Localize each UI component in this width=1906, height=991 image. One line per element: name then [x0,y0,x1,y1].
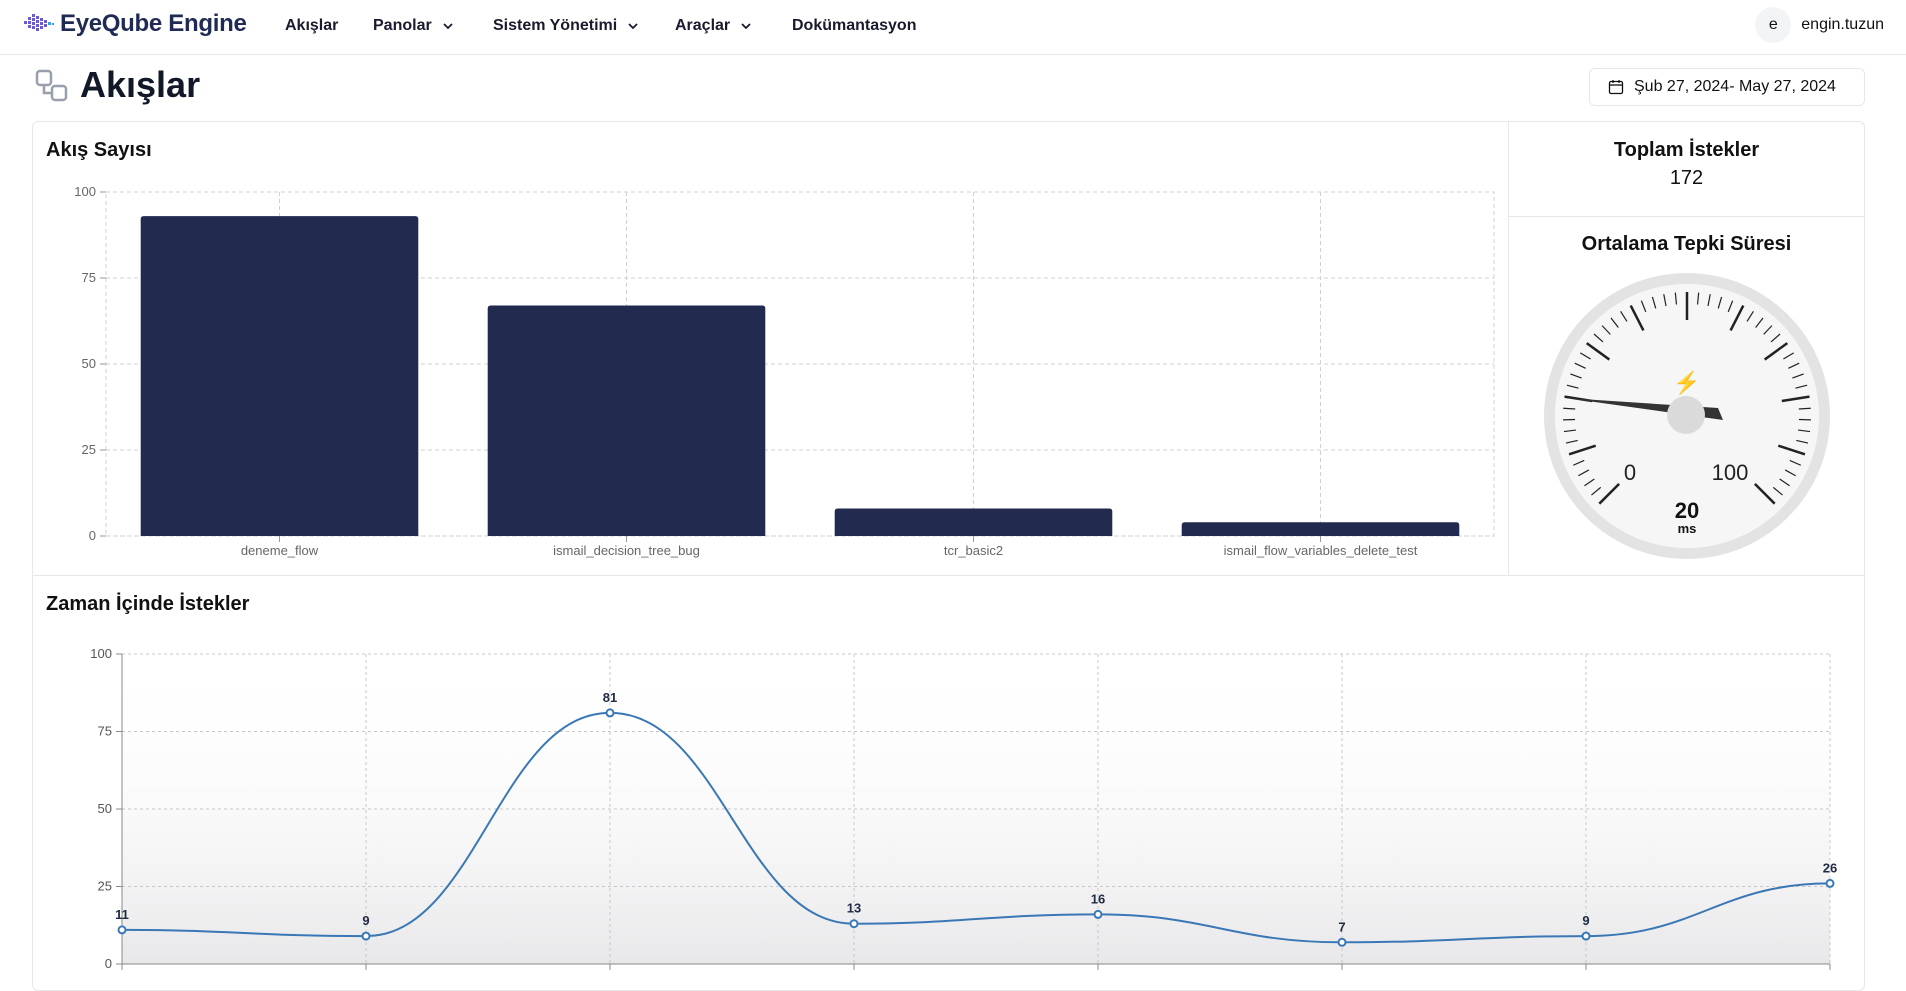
bar[interactable] [1182,522,1460,536]
bar-chart-title: Akış Sayısı [46,139,152,162]
y-tick-label: 25 [98,879,112,894]
divider [33,575,1864,576]
nav-item-label: Akışlar [285,17,338,35]
nav-item-araclar[interactable]: Araçlar [675,15,752,37]
x-tick-label: deneme_flow [241,543,319,558]
x-tick-label: tcr_basic2 [944,543,1003,558]
y-tick-label: 0 [105,956,112,971]
y-tick-label: 100 [74,184,96,199]
gauge-minor-tick [1799,408,1811,409]
y-tick-label: 75 [82,270,96,285]
nav-item-akislar[interactable]: Akışlar [285,15,338,37]
data-point[interactable] [851,920,858,927]
gauge-minor-tick [1563,408,1575,409]
user-menu[interactable]: e engin.tuzun [1755,8,1884,42]
data-label: 16 [1091,891,1105,906]
brand-name: EyeQube Engine [60,10,247,38]
x-tick-label: ismail_decision_tree_bug [553,543,700,558]
data-point[interactable] [1583,933,1590,940]
username[interactable]: engin.tuzun [1801,16,1884,34]
data-point[interactable] [1095,911,1102,918]
nav-item-label: Sistem Yönetimi [493,17,617,35]
nav-item-sistem-yonetimi[interactable]: Sistem Yönetimi [493,15,639,37]
bar[interactable] [835,508,1113,536]
page-title: Akışlar [80,64,200,106]
eyeqube-logo-icon [22,11,58,37]
requests-over-time-line-chart: 0 25 50 75 100 11 9 81 13 16 7 9 26 [34,630,1864,976]
y-tick-label: 50 [98,801,112,816]
data-point[interactable] [1827,880,1834,887]
data-label: 7 [1338,919,1345,934]
chevron-down-icon [442,20,454,32]
data-label: 13 [847,901,861,916]
nav-item-dokumantasyon[interactable]: Dokümantasyon [792,15,916,37]
avatar[interactable]: e [1755,7,1791,43]
flows-icon [34,68,70,104]
y-tick-label: 25 [82,442,96,457]
calendar-icon [1608,79,1624,95]
total-requests-title: Toplam İstekler [1509,139,1864,162]
nav-item-label: Panolar [373,17,432,35]
gauge-tick-label: 100 [1712,460,1749,485]
line-chart-title: Zaman İçinde İstekler [46,593,249,616]
y-tick-label: 75 [98,724,112,739]
data-point[interactable] [607,709,614,716]
data-point[interactable] [119,926,126,933]
nav-item-panolar[interactable]: Panolar [373,15,454,37]
data-label: 26 [1823,860,1837,875]
avg-response-title: Ortalama Tepki Süresi [1509,233,1864,256]
nav-item-label: Araçlar [675,17,730,35]
top-navbar: EyeQube Engine Akışlar Panolar Sistem Yö… [0,0,1906,55]
data-point[interactable] [1339,939,1346,946]
total-requests-value: 172 [1509,167,1864,190]
gauge-unit: ms [1678,521,1697,536]
chevron-down-icon [627,20,639,32]
brand-logo[interactable]: EyeQube Engine [22,9,247,39]
data-point[interactable] [363,933,370,940]
y-tick-label: 50 [82,356,96,371]
data-label: 9 [362,913,369,928]
y-tick-label: 0 [89,528,96,543]
date-range-text: Şub 27, 2024- May 27, 2024 [1634,78,1836,96]
data-label: 81 [603,690,617,705]
bar[interactable] [141,216,419,536]
date-range-picker[interactable]: Şub 27, 2024- May 27, 2024 [1589,68,1865,106]
data-label: 11 [115,907,129,922]
x-tick-label: ismail_flow_variables_delete_test [1224,543,1418,558]
response-time-gauge: 0 100 ⚡ 20 ms [1540,272,1834,566]
gauge-tick-label: 0 [1624,460,1636,485]
chevron-down-icon [740,20,752,32]
gauge-hub [1667,396,1705,434]
nav-item-label: Dokümantasyon [792,17,916,35]
gauge-value: 20 [1675,498,1699,523]
bar[interactable] [488,306,766,536]
data-label: 9 [1582,913,1589,928]
divider [1509,216,1864,217]
flow-count-bar-chart: 0 25 50 75 100 deneme_flow ismail_decision_tre… [34,180,1504,570]
y-tick-label: 100 [90,646,112,661]
lightning-icon: ⚡ [1673,370,1700,396]
